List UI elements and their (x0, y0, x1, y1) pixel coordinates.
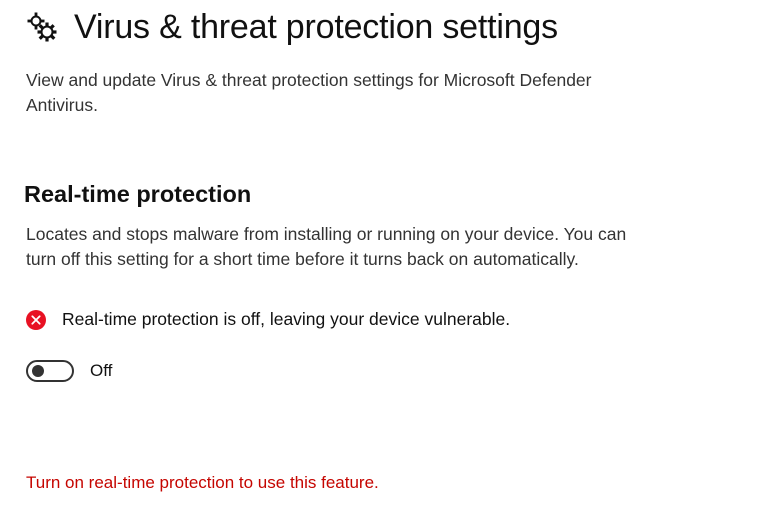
page-header: Virus & threat protection settings (26, 8, 558, 47)
status-message: Real-time protection is off, leaving you… (26, 309, 510, 330)
toggle-state-label: Off (90, 361, 113, 380)
page-description: View and update Virus & threat protectio… (26, 70, 592, 115)
gears-icon (27, 12, 57, 41)
realtime-protection-toggle[interactable] (26, 360, 74, 382)
page-title: Virus & threat protection settings (74, 8, 558, 46)
realtime-toggle-row: Off (26, 360, 112, 382)
status-text: Real-time protection is off, leaving you… (62, 309, 511, 329)
section-description-realtime: Locates and stops malware from installin… (26, 224, 627, 269)
section-title-realtime: Real-time protection (24, 181, 252, 207)
feature-warning-text: Turn on real-time protection to use this… (26, 473, 379, 492)
error-icon (26, 309, 46, 330)
toggle-knob (32, 365, 44, 377)
